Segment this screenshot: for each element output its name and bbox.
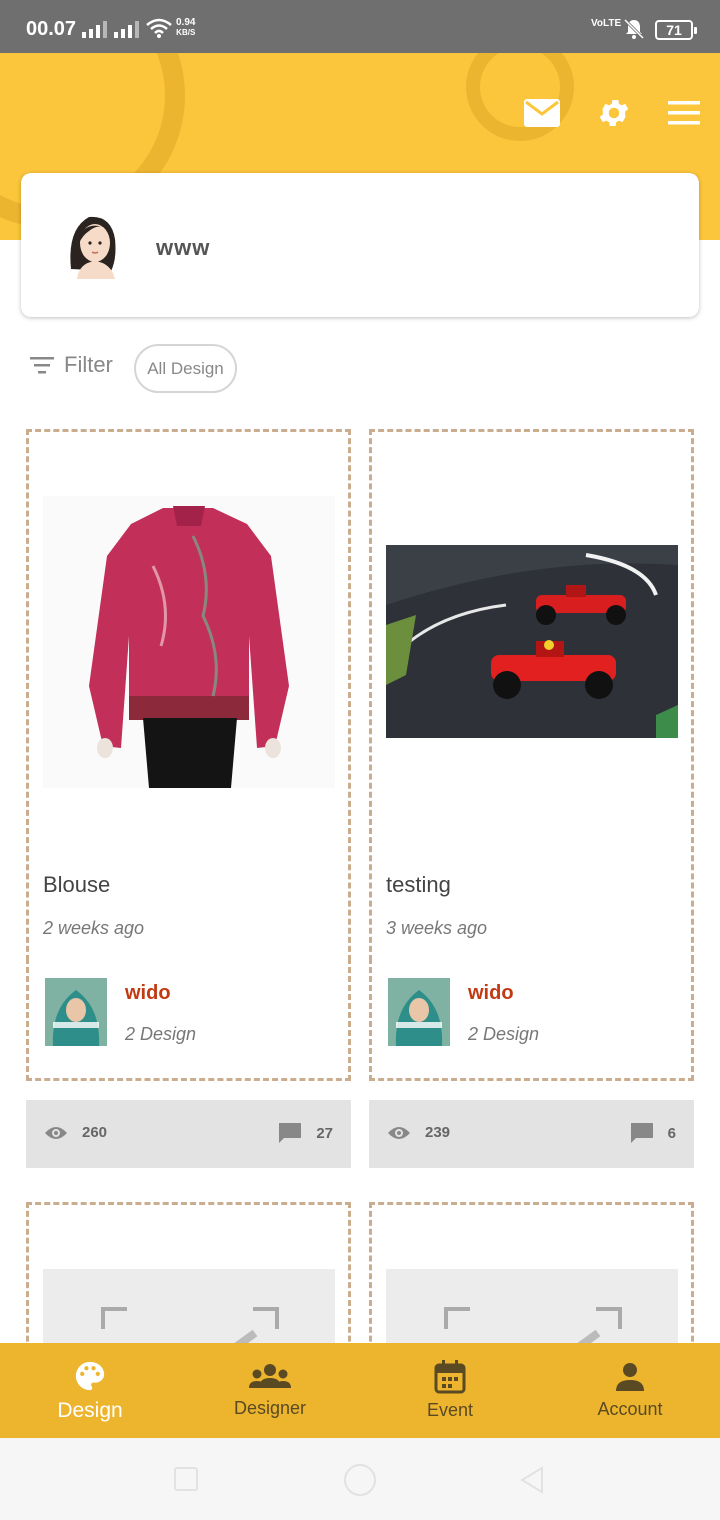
nav-label: Account xyxy=(597,1399,663,1419)
author-name[interactable]: wido xyxy=(468,982,514,1005)
menu-icon xyxy=(668,101,700,125)
calendar-icon xyxy=(434,1360,466,1394)
bottom-nav: Design Designer Event Account xyxy=(0,1343,720,1438)
back-button[interactable] xyxy=(518,1465,546,1495)
author-box[interactable]: wido 2 Design xyxy=(369,958,694,1081)
mute-bell-icon xyxy=(623,18,645,40)
broken-image-icon xyxy=(101,1307,279,1343)
battery-indicator: 71 xyxy=(655,20,697,40)
profile-name: www xyxy=(156,235,211,260)
filter-icon xyxy=(30,357,54,374)
design-card[interactable]: testing 3 weeks ago xyxy=(369,429,694,961)
avatar xyxy=(70,216,116,279)
image-placeholder xyxy=(386,1269,678,1343)
menu-button[interactable] xyxy=(664,93,704,133)
nav-event[interactable]: Event xyxy=(360,1343,540,1438)
palette-icon xyxy=(75,1361,105,1390)
design-card[interactable] xyxy=(26,1202,351,1343)
signal-icon xyxy=(82,20,107,38)
design-card[interactable] xyxy=(369,1202,694,1343)
eye-icon xyxy=(388,1126,410,1139)
person-icon xyxy=(616,1363,644,1391)
author-avatar xyxy=(45,978,107,1046)
signal-icon xyxy=(114,20,139,38)
design-image xyxy=(386,545,678,738)
nav-label: Event xyxy=(426,1400,474,1420)
comment-icon xyxy=(279,1123,302,1143)
volte-indicator: VoLTE xyxy=(591,18,622,29)
design-stats: 239 6 xyxy=(369,1100,694,1168)
design-title: testing xyxy=(386,872,451,897)
author-box[interactable]: wido 2 Design xyxy=(26,958,351,1081)
design-card[interactable]: Blouse 2 weeks ago xyxy=(26,429,351,961)
views-count: 260 xyxy=(82,1124,108,1141)
filter-label: Filter xyxy=(64,352,113,377)
comments-stat[interactable]: 27 xyxy=(278,1122,333,1144)
comments-stat[interactable]: 6 xyxy=(630,1122,676,1144)
status-bar: 00.07 0.94 KB/S VoLTE 71 xyxy=(0,0,720,53)
settings-button[interactable] xyxy=(594,93,634,133)
design-title: Blouse xyxy=(43,872,111,897)
design-date: 3 weeks ago xyxy=(386,918,488,938)
nav-design[interactable]: Design xyxy=(0,1343,180,1438)
profile-card[interactable]: www xyxy=(21,173,699,317)
nav-account[interactable]: Account xyxy=(540,1343,720,1438)
wifi-icon xyxy=(146,18,172,38)
broken-image-icon xyxy=(444,1307,622,1343)
author-design-count: 2 Design xyxy=(468,1024,540,1044)
status-time: 00.07 xyxy=(26,18,77,40)
group-icon xyxy=(249,1364,291,1388)
author-name[interactable]: wido xyxy=(125,982,171,1005)
mail-button[interactable] xyxy=(522,93,562,133)
author-avatar xyxy=(388,978,450,1046)
home-button[interactable] xyxy=(344,1464,376,1496)
recents-button[interactable] xyxy=(174,1467,198,1491)
comments-count: 27 xyxy=(316,1124,333,1142)
system-navigation-bar xyxy=(0,1438,720,1520)
mail-icon xyxy=(524,99,560,127)
settings-icon xyxy=(599,99,629,127)
author-design-count: 2 Design xyxy=(125,1024,197,1044)
comments-count: 6 xyxy=(667,1124,676,1142)
design-image xyxy=(43,496,335,788)
network-speed: 0.94 KB/S xyxy=(176,17,196,38)
eye-icon xyxy=(45,1126,67,1139)
views-count: 239 xyxy=(425,1124,451,1141)
filter-button[interactable]: Filter xyxy=(28,352,113,378)
design-date: 2 weeks ago xyxy=(43,918,145,938)
image-placeholder xyxy=(43,1269,335,1343)
nav-label: Designer xyxy=(233,1398,307,1418)
all-design-chip[interactable]: All Design xyxy=(134,344,237,393)
views-stat: 260 xyxy=(44,1124,107,1141)
nav-designer[interactable]: Designer xyxy=(180,1343,360,1438)
nav-label: Design xyxy=(57,1398,123,1422)
comment-icon xyxy=(630,1123,653,1143)
design-grid[interactable]: Blouse 2 weeks ago wido 2 Design 260 27 xyxy=(0,400,720,1343)
design-stats: 260 27 xyxy=(26,1100,351,1168)
views-stat: 239 xyxy=(387,1124,450,1141)
